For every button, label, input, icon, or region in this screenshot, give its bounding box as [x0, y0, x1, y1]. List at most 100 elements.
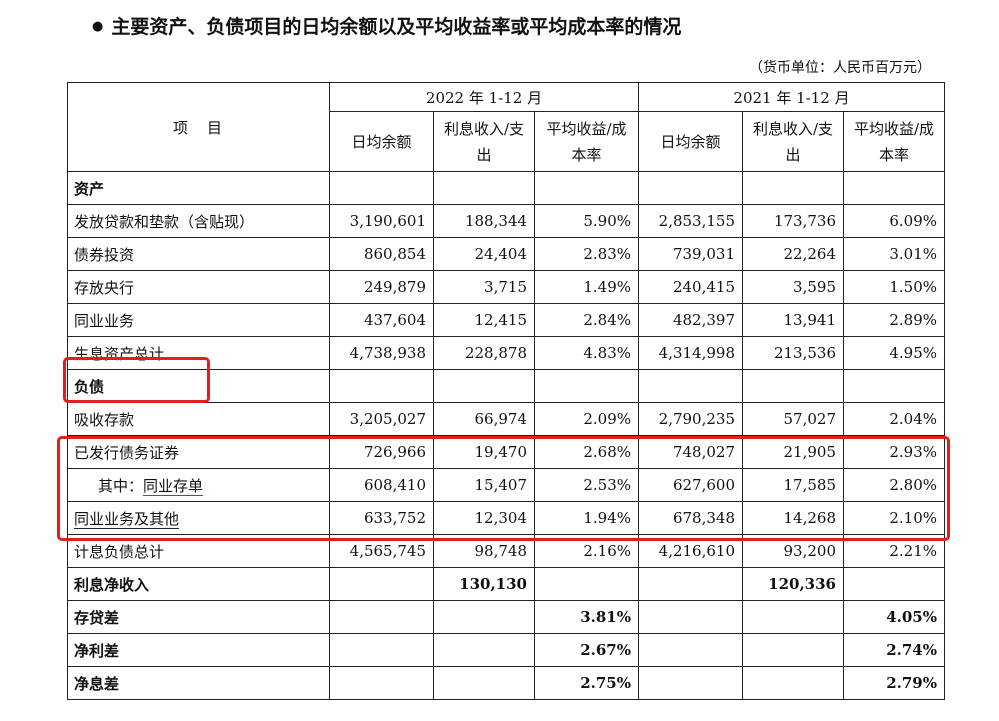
table-cell: 1.49% — [534, 270, 639, 304]
row-label: 存放央行 — [67, 270, 330, 304]
col-header-interest: 利息收入/支出 — [742, 111, 844, 172]
table-cell: 13,941 — [742, 303, 844, 337]
table-cell: 2.53% — [534, 468, 639, 502]
section-title: 主要资产、负债项目的日均余额以及平均收益率或平均成本率的情况 — [111, 16, 682, 38]
table-cell — [433, 369, 535, 403]
table-row: 已发行债务证券 726,966 19,470 2.68% 748,027 21,905 2.… — [67, 435, 945, 469]
table-cell — [638, 633, 743, 667]
table-row: 其中：同业存单 608,410 15,407 2.53% 627,600 17,585 2.… — [67, 468, 945, 502]
table-cell — [638, 567, 743, 601]
currency-unit-note: （货币单位：人民币百万元） — [749, 60, 931, 76]
header-period-2021: 2021 年 1-12 月 — [638, 82, 945, 112]
row-label-text: 发放贷款和垫款（含贴现） — [74, 212, 255, 231]
col-header-avg-balance: 日均余额 — [638, 111, 743, 172]
table-cell: 93,200 — [742, 534, 844, 568]
row-label: 负债 — [67, 369, 330, 403]
table-cell: 608,410 — [329, 468, 434, 502]
table-cell: 15,407 — [433, 468, 535, 502]
row-label: 同业业务及其他 — [67, 501, 330, 535]
row-label-prefix: 其中： — [98, 476, 144, 495]
table-cell — [843, 567, 945, 601]
table-cell: 188,344 — [433, 204, 535, 238]
table-cell: 633,752 — [329, 501, 434, 535]
table-cell — [638, 600, 743, 634]
table-cell: 19,470 — [433, 435, 535, 469]
row-label: 同业业务 — [67, 303, 330, 337]
table-cell: 860,854 — [329, 237, 434, 271]
table-cell: 739,031 — [638, 237, 743, 271]
table-cell: 3.81% — [534, 600, 639, 634]
header-period-2022: 2022 年 1-12 月 — [329, 82, 639, 112]
table-cell: 173,736 — [742, 204, 844, 238]
table-cell: 4,738,938 — [329, 336, 434, 370]
row-label: 其中：同业存单 — [67, 468, 330, 502]
row-label-text: 同业业务及其他 — [74, 509, 180, 529]
table-row: 存放央行 249,879 3,715 1.49% 240,415 3,595 1.50% — [67, 270, 945, 304]
table-cell — [638, 171, 743, 205]
table-cell — [843, 171, 945, 205]
row-label: 生息资产总计 — [67, 336, 330, 370]
row-label-text: 同业业务 — [74, 311, 135, 330]
table-cell — [843, 369, 945, 403]
table-cell: 2.67% — [534, 633, 639, 667]
table-cell: 3,715 — [433, 270, 535, 304]
table-cell: 2.89% — [843, 303, 945, 337]
table-cell: 1.50% — [843, 270, 945, 304]
row-label-text: 净利差 — [74, 641, 120, 660]
table-cell — [742, 633, 844, 667]
table-cell: 748,027 — [638, 435, 743, 469]
table-cell: 4.05% — [843, 600, 945, 634]
table-cell: 4.95% — [843, 336, 945, 370]
row-label: 计息负债总计 — [67, 534, 330, 568]
row-label-text: 净息差 — [74, 674, 120, 693]
table-cell: 1.94% — [534, 501, 639, 535]
table-cell: 3,595 — [742, 270, 844, 304]
table-cell: 17,585 — [742, 468, 844, 502]
col-header-avg-rate: 平均收益/成本率 — [534, 111, 639, 172]
table-cell — [638, 369, 743, 403]
table-row: 生息资产总计 4,738,938 228,878 4.83% 4,314,998 213,… — [67, 336, 945, 370]
section-heading: ● 主要资产、负债项目的日均余额以及平均收益率或平均成本率的情况 — [92, 12, 681, 39]
table-cell — [433, 171, 535, 205]
table-row: 存贷差 3.81% 4.05% — [67, 600, 945, 634]
table-cell — [433, 666, 535, 700]
table-cell: 4,565,745 — [329, 534, 434, 568]
table-row: 吸收存款 3,205,027 66,974 2.09% 2,790,235 57,027 2… — [67, 402, 945, 436]
table-cell: 12,415 — [433, 303, 535, 337]
table-row: 资产 — [67, 171, 945, 205]
table-cell: 482,397 — [638, 303, 743, 337]
table-cell: 5.90% — [534, 204, 639, 238]
row-label: 净息差 — [67, 666, 330, 700]
table-cell: 2.74% — [843, 633, 945, 667]
table-cell: 678,348 — [638, 501, 743, 535]
row-label: 债券投资 — [67, 237, 330, 271]
row-label-text: 债券投资 — [74, 245, 135, 264]
table-cell — [329, 633, 434, 667]
bullet-icon: ● — [92, 19, 104, 34]
table-cell: 2.83% — [534, 237, 639, 271]
table-cell: 2.80% — [843, 468, 945, 502]
row-label: 存贷差 — [67, 600, 330, 634]
table-cell — [433, 600, 535, 634]
table-cell: 2.09% — [534, 402, 639, 436]
table-cell: 66,974 — [433, 402, 535, 436]
table-cell: 2.75% — [534, 666, 639, 700]
table-cell: 249,879 — [329, 270, 434, 304]
table-row: 负债 — [67, 369, 945, 403]
table-cell — [742, 666, 844, 700]
table-cell: 3,205,027 — [329, 402, 434, 436]
table-cell — [638, 666, 743, 700]
table-cell: 726,966 — [329, 435, 434, 469]
table-row: 利息净收入 130,130 120,336 — [67, 567, 945, 601]
table-cell: 130,130 — [433, 567, 535, 601]
table-cell — [742, 171, 844, 205]
table-cell: 2.10% — [843, 501, 945, 535]
row-label-link[interactable]: 同业存单 — [143, 476, 204, 496]
table-cell: 2.68% — [534, 435, 639, 469]
table-cell: 3.01% — [843, 237, 945, 271]
row-label-text: 计息负债总计 — [74, 542, 165, 561]
col-header-avg-balance: 日均余额 — [329, 111, 434, 172]
table-row: 净息差 2.75% 2.79% — [67, 666, 945, 700]
table-cell — [742, 600, 844, 634]
row-label: 利息净收入 — [67, 567, 330, 601]
